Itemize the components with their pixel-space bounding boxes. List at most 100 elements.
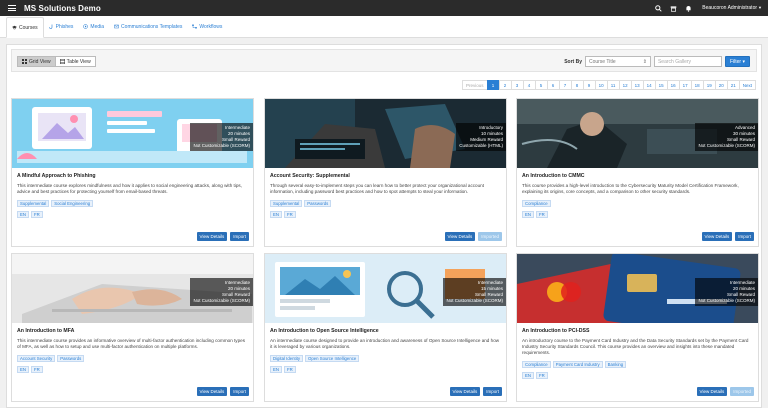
topic-tags: Supplemental Passwords: [270, 200, 332, 207]
tab-label: Media: [90, 23, 105, 30]
language-tag: EN: [522, 211, 534, 218]
course-title: Account Security: Supplemental: [270, 173, 350, 179]
course-customizable: Not Customizable (SCORM): [446, 298, 503, 303]
view-details-button[interactable]: View Details: [449, 387, 481, 396]
sort-select-value: Course Title: [588, 58, 616, 65]
course-gallery: Grid View Table View Sort By Course Titl…: [6, 44, 762, 408]
menu-icon[interactable]: [8, 5, 16, 11]
view-details-button[interactable]: View Details: [196, 387, 228, 396]
course-meta: Intermediate 20 minutes Small Reward Not…: [190, 278, 253, 306]
hook-icon: [48, 24, 52, 29]
tab-workflows[interactable]: Workflows: [187, 16, 227, 37]
topic-tags: Compliance: [522, 200, 551, 207]
search-icon[interactable]: [655, 4, 662, 12]
grid-icon: [22, 59, 27, 64]
course-description: This intermediate course explores mindfu…: [17, 183, 242, 195]
user-menu[interactable]: Beaucoron Administrator▼: [702, 5, 762, 11]
course-meta: Advanced 30 minutes Small Reward Not Cus…: [695, 123, 758, 151]
language-tag: FR: [535, 211, 548, 218]
tag: Digital Identity: [270, 355, 303, 362]
bell-icon[interactable]: [685, 5, 692, 12]
import-button[interactable]: Import: [230, 387, 249, 396]
table-view-button[interactable]: Table View: [54, 56, 96, 67]
course-description: This course provides a high-level introd…: [522, 183, 739, 195]
view-details-button[interactable]: View Details: [701, 232, 733, 241]
language-tag: EN: [17, 366, 29, 373]
topic-tags: Digital Identity Open Source Intelligenc…: [270, 355, 360, 362]
gallery-toolbar: Grid View Table View Sort By Course Titl…: [11, 49, 757, 72]
tab-media[interactable]: Media: [78, 16, 109, 37]
course-meta: Intermediate 20 minutes Small Reward Not…: [190, 123, 253, 151]
view-details-button[interactable]: View Details: [696, 387, 728, 396]
import-button[interactable]: Import: [735, 232, 754, 241]
language-tags: EN FR: [270, 366, 296, 373]
card-actions: View Details Import: [701, 232, 754, 241]
store-icon[interactable]: [670, 5, 677, 12]
top-navbar: MS Solutions Demo Beaucoron Administrato…: [0, 0, 768, 16]
language-tag: FR: [535, 372, 548, 379]
course-description: An introductory course to the Payment Ca…: [522, 338, 749, 356]
card-actions: View Details Imported: [444, 232, 502, 241]
sort-filter-area: Sort By Course Title ⇕ Filter ▾: [564, 56, 750, 67]
course-card: Intermediate 20 minutes Small Reward Not…: [11, 253, 254, 402]
course-customizable: Customizable (HTML): [459, 143, 503, 148]
tab-communications-templates[interactable]: Communications Templates: [109, 16, 187, 37]
language-tags: EN FR: [522, 211, 548, 218]
view-details-button[interactable]: View Details: [196, 232, 228, 241]
import-button[interactable]: Import: [230, 232, 249, 241]
envelope-icon: [114, 24, 119, 29]
tab-label: Workflows: [199, 23, 223, 30]
topic-tags: Compliance Payment Card Industry Banking: [522, 361, 627, 368]
user-name: Beaucoron Administrator: [702, 5, 758, 11]
course-title: An Introduction to MFA: [17, 328, 75, 334]
pagination-next[interactable]: Next: [738, 80, 756, 90]
grid-view-button[interactable]: Grid View: [17, 56, 56, 67]
language-tags: EN FR: [17, 211, 43, 218]
language-tags: EN FR: [270, 211, 296, 218]
select-arrows-icon: ⇕: [642, 58, 647, 65]
sort-select[interactable]: Course Title ⇕: [584, 56, 651, 67]
card-actions: View Details Import: [449, 387, 502, 396]
language-tags: EN FR: [522, 372, 548, 379]
course-title: A Mindful Approach to Phishing: [17, 173, 96, 179]
imported-button: Imported: [730, 387, 754, 396]
course-customizable: Not Customizable (SCORM): [698, 298, 755, 303]
view-details-button[interactable]: View Details: [444, 232, 476, 241]
pagination: Previous 1 2 3 4 5 6 7 8 9 10 11 12 13 14 15 16 17 18 19 20 2…: [462, 80, 756, 90]
course-card: Intermediate 20 minutes Small Reward Not…: [516, 253, 759, 402]
search-gallery-input[interactable]: [653, 56, 722, 67]
workflow-icon: [192, 24, 198, 29]
filter-button[interactable]: Filter ▾: [724, 56, 750, 67]
topic-tags: Supplemental Social Engineering: [17, 200, 94, 207]
course-card: Advanced 30 minutes Small Reward Not Cus…: [516, 98, 759, 247]
import-button[interactable]: Import: [483, 387, 502, 396]
course-customizable: Not Customizable (SCORM): [193, 298, 250, 303]
tag: Compliance: [522, 361, 551, 368]
course-title: An Introduction to PCI-DSS: [522, 328, 590, 334]
tab-phishes[interactable]: Phishes: [44, 16, 79, 37]
app-title: MS Solutions Demo: [24, 3, 101, 13]
caret-down-icon: ▼: [758, 5, 762, 10]
course-meta: Intermediate 15 minutes Small Reward Not…: [443, 278, 506, 306]
card-actions: View Details Imported: [696, 387, 754, 396]
tag: Payment Card Industry: [552, 361, 603, 368]
language-tag: FR: [30, 211, 43, 218]
tab-label: Courses: [19, 24, 38, 31]
grid-view-label: Grid View: [29, 58, 51, 65]
card-actions: View Details Import: [196, 232, 249, 241]
tag: Supplemental: [17, 200, 50, 207]
table-icon: [59, 59, 65, 64]
language-tag: FR: [30, 366, 43, 373]
tab-label: Phishes: [55, 23, 74, 30]
tag: Passwords: [304, 200, 332, 207]
table-view-label: Table View: [66, 58, 91, 65]
course-description: Through several easy-to-implement steps …: [270, 183, 484, 195]
course-meta: Intermediate 20 minutes Small Reward Not…: [695, 278, 758, 306]
tag: Supplemental: [270, 200, 303, 207]
course-title: An Introduction to CMMC: [522, 173, 585, 179]
tag: Account Security: [17, 355, 56, 362]
tab-courses[interactable]: Courses: [6, 17, 44, 38]
pagination-previous[interactable]: Previous: [462, 80, 488, 90]
view-toggle: Grid View Table View: [17, 56, 96, 67]
course-card: Intermediate 20 minutes Small Reward Not…: [11, 98, 254, 247]
